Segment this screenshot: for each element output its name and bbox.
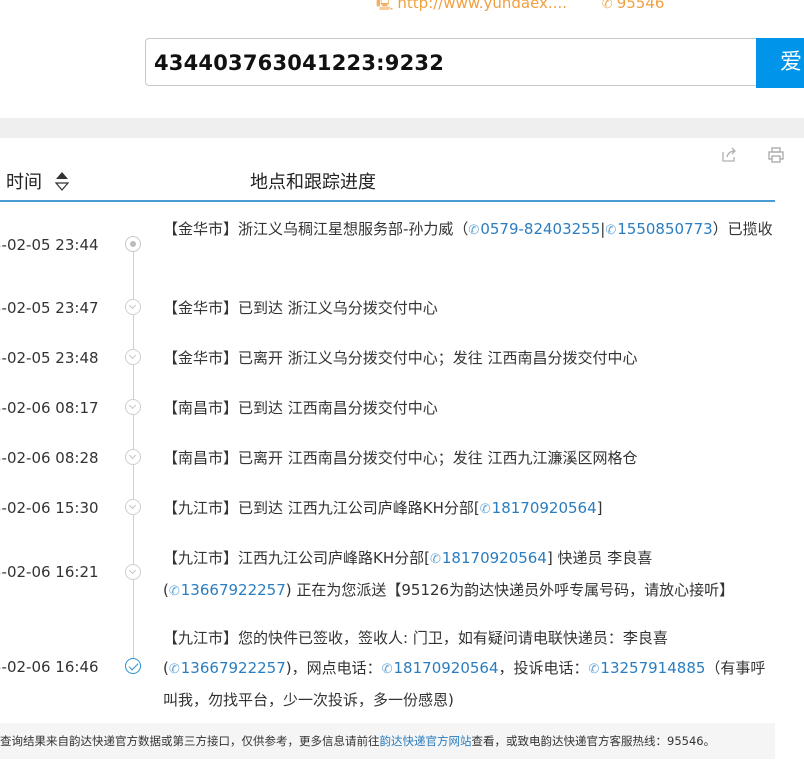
hotline[interactable]: ✆ 95546: [602, 0, 665, 12]
phone-icon: ✆: [468, 223, 480, 238]
timeline-step-dot-icon: [125, 349, 141, 365]
phone-icon: ✆: [381, 662, 393, 677]
phone-link[interactable]: ✆13667922257: [169, 659, 286, 677]
phone-link[interactable]: ✆13667922257: [169, 581, 286, 599]
event-description: 【金华市】浙江义乌稠江星想服务部-孙力威（✆0579-82403255|✆155…: [163, 214, 773, 246]
phone-link[interactable]: ✆13257914885: [589, 659, 706, 677]
phone-number: 18170920564: [491, 499, 597, 517]
phone-icon: ✆: [601, 0, 613, 12]
timeline-step-dot-icon: [125, 564, 141, 580]
phone-number: 13667922257: [180, 659, 286, 677]
event-time: 5-02-05 23:44: [0, 236, 99, 254]
event-description: 【金华市】已到达 浙江义乌分拨交付中心: [163, 299, 438, 317]
phone-icon: ✆: [605, 223, 617, 238]
event-text: ）已揽收: [712, 220, 773, 238]
sort-toggle-icon[interactable]: [54, 170, 70, 192]
phone-number: 13667922257: [180, 581, 286, 599]
share-icon[interactable]: [720, 146, 740, 166]
event-text: 【金华市】浙江义乌稠江星想服务部-孙力威（: [163, 220, 469, 238]
event-time: 5-02-06 16:46: [0, 658, 99, 676]
event-text: 【九江市】江西九江公司庐峰路KH分部[: [163, 549, 430, 567]
column-header-progress: 地点和跟踪进度: [250, 172, 376, 193]
event-description: 【九江市】已到达 江西九江公司庐峰路KH分部[✆18170920564]: [163, 493, 773, 525]
timeline-step-dot-icon: [125, 399, 141, 415]
phone-icon: ✆: [479, 502, 491, 517]
phone-link[interactable]: ✆0579-82403255: [468, 220, 600, 238]
web-icon: 🖳: [376, 0, 394, 12]
event-description: 【金华市】已离开 浙江义乌分拨交付中心；发往 江西南昌分拨交付中心: [163, 349, 638, 367]
phone-number: 1550850773: [617, 220, 713, 238]
column-header-time: 时间: [6, 172, 42, 193]
disclaimer-footer: 查询结果来自韵达快递官方数据或第三方接口，仅供参考，更多信息请前往韵达快递官方网…: [0, 723, 775, 759]
phone-number: 18170920564: [393, 659, 499, 677]
event-time: 5-02-06 08:28: [0, 449, 99, 467]
event-time: 5-02-06 08:17: [0, 399, 99, 417]
event-time: 5-02-05 23:47: [0, 299, 99, 317]
event-time: 5-02-06 15:30: [0, 499, 99, 517]
phone-icon: ✆: [429, 552, 441, 567]
phone-icon: ✆: [168, 662, 180, 677]
website-link[interactable]: http://www.yundaex....: [397, 0, 567, 12]
event-time: 5-02-05 23:48: [0, 349, 99, 367]
delivered-check-icon: [125, 658, 141, 674]
event-text: ]: [596, 499, 603, 517]
event-time: 5-02-06 16:21: [0, 563, 99, 581]
footer-text: 查询结果来自韵达快递官方数据或第三方接口，仅供参考，更多信息请前往: [0, 734, 380, 748]
timeline-step-dot-icon: [125, 299, 141, 315]
search-button-label: 爱: [780, 50, 803, 75]
timeline-step-dot-icon: [125, 449, 141, 465]
event-description: 【南昌市】已离开 江西南昌分拨交付中心；发往 江西九江濂溪区网格仓: [163, 449, 638, 467]
phone-link[interactable]: ✆18170920564: [480, 499, 597, 517]
tracking-number-value: 434403763041223:9232: [154, 51, 445, 75]
print-icon[interactable]: [767, 146, 787, 166]
event-description: 【南昌市】已到达 江西南昌分拨交付中心: [163, 399, 438, 417]
event-description: 【九江市】江西九江公司庐峰路KH分部[✆18170920564] 快递员 李良喜…: [163, 543, 773, 607]
official-site-link[interactable]: 韵达快递官方网站: [380, 734, 472, 748]
top-links: 🖳 http://www.yundaex.... ✆ 95546: [376, 0, 664, 17]
phone-link[interactable]: ✆1550850773: [605, 220, 712, 238]
phone-link[interactable]: ✆18170920564: [430, 549, 547, 567]
phone-icon: ✆: [588, 662, 600, 677]
timeline-start-dot-icon: [125, 236, 141, 252]
event-text: 【九江市】已到达 江西九江公司庐峰路KH分部[: [163, 499, 480, 517]
tracking-search-input[interactable]: 434403763041223:9232: [145, 38, 757, 86]
event-text: ，投诉电话：: [498, 659, 589, 677]
section-divider: [0, 118, 804, 138]
phone-number: 13257914885: [600, 659, 706, 677]
footer-text: 查看，或致电韵达快递官方客服热线：95546。: [471, 734, 716, 748]
timeline-step-dot-icon: [125, 499, 141, 515]
hotline-number: 95546: [616, 0, 665, 12]
phone-link[interactable]: ✆18170920564: [382, 659, 499, 677]
phone-icon: ✆: [168, 584, 180, 599]
search-button[interactable]: 爱: [756, 38, 804, 88]
event-description: 【九江市】您的快件已签收，签收人: 门卫，如有疑问请电联快递员：李良喜(✆136…: [163, 623, 773, 715]
tracking-timeline: 5-02-05 23:44 【金华市】浙江义乌稠江星想服务部-孙力威（✆0579…: [0, 202, 804, 720]
phone-number: 0579-82403255: [480, 220, 601, 238]
phone-number: 18170920564: [441, 549, 547, 567]
event-text: )，网点电话：: [285, 659, 382, 677]
event-text: ) 正在为您派送【95126为韵达快递员外呼专属号码，请放心接听】: [285, 581, 735, 599]
